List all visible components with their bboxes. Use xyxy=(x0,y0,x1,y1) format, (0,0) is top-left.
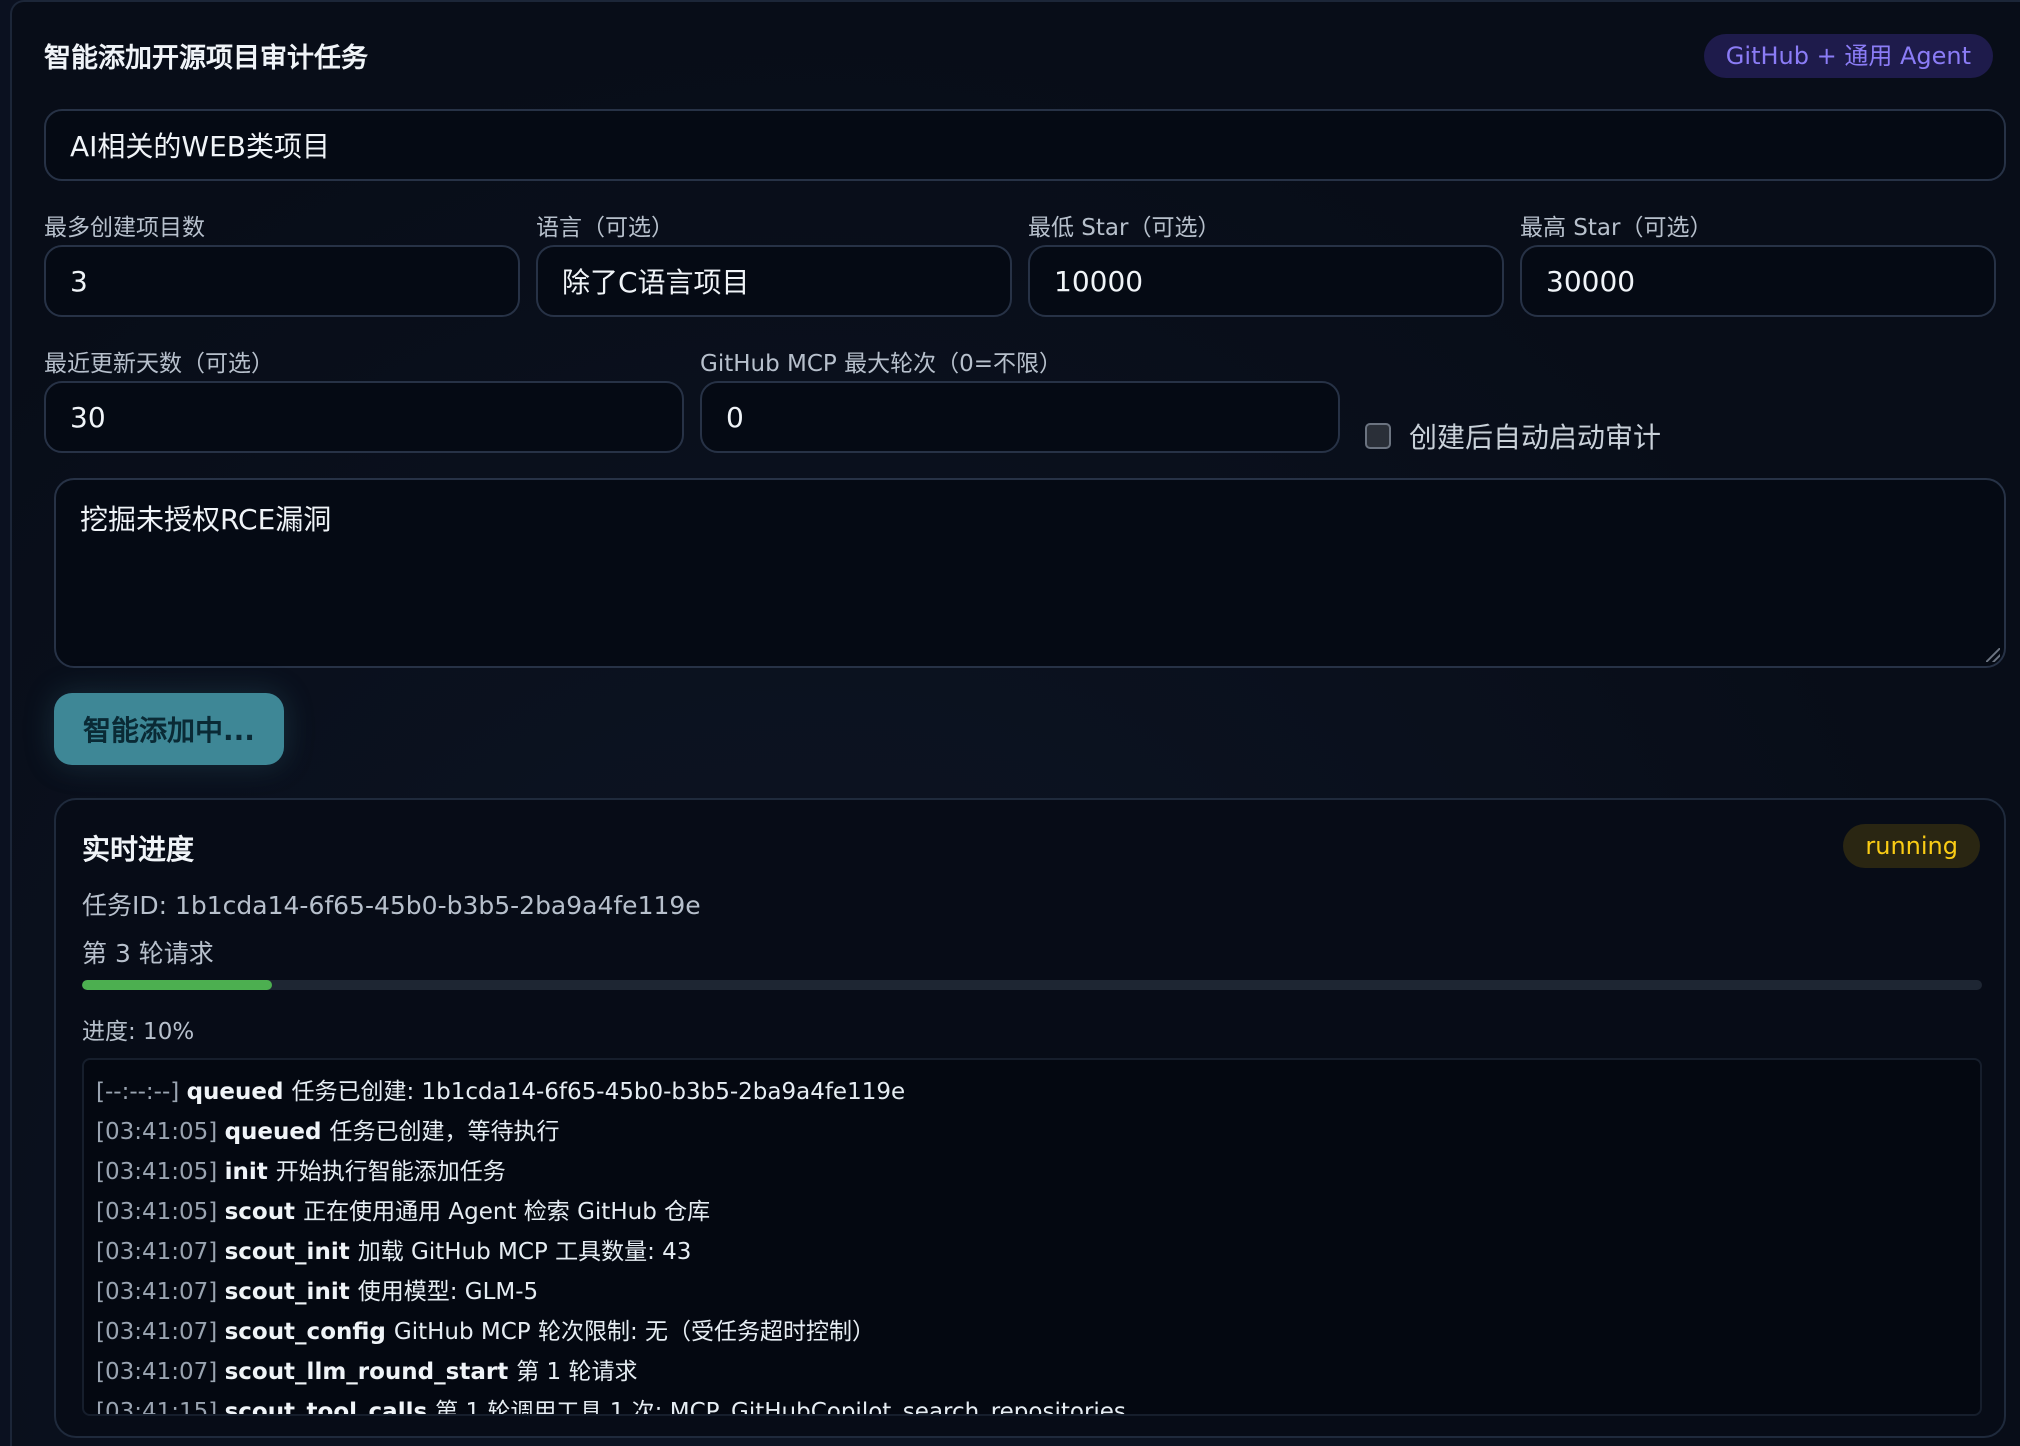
log-stage: scout_init xyxy=(224,1279,358,1305)
auto-start-label: 创建后自动启动审计 xyxy=(1409,421,1662,454)
progress-percent: 进度: 10% xyxy=(82,1019,195,1045)
log-line: [03:41:15] scout_tool_calls 第 1 轮调用工具 1 … xyxy=(96,1392,1980,1416)
language-label: 语言（可选） xyxy=(536,215,674,241)
log-time: [03:41:07] xyxy=(96,1319,225,1345)
log-line: [03:41:05] scout 正在使用通用 Agent 检索 GitHub … xyxy=(96,1192,1980,1232)
min-star-value: 10000 xyxy=(1054,264,1144,298)
log-message: 加载 GitHub MCP 工具数量: 43 xyxy=(357,1239,692,1265)
mcp-rounds-label: GitHub MCP 最大轮次（0=不限） xyxy=(700,351,1063,377)
recent-days-input[interactable]: 30 xyxy=(44,381,684,453)
log-stage: queued xyxy=(186,1079,292,1105)
log-time: [03:41:07] xyxy=(96,1239,225,1265)
language-input[interactable]: 除了C语言项目 xyxy=(536,245,1012,317)
log-line: [03:41:05] queued 任务已创建，等待执行 xyxy=(96,1112,1980,1152)
log-time: [03:41:05] xyxy=(96,1159,225,1185)
query-input-value: AI相关的WEB类项目 xyxy=(70,130,330,163)
task-id: 任务ID: 1b1cda14-6f65-45b0-b3b5-2ba9a4fe11… xyxy=(82,891,701,920)
log-stage: init xyxy=(224,1159,276,1185)
progress-bar-fill xyxy=(82,980,272,990)
min-star-label: 最低 Star（可选） xyxy=(1028,215,1221,241)
log-stage: scout_llm_round_start xyxy=(224,1359,517,1385)
min-star-input[interactable]: 10000 xyxy=(1028,245,1504,317)
log-stage: scout_config xyxy=(224,1319,394,1345)
log-console[interactable]: [--:--:--] queued 任务已创建: 1b1cda14-6f65-4… xyxy=(82,1058,1982,1416)
max-star-label: 最高 Star（可选） xyxy=(1520,215,1713,241)
progress-panel: 实时进度 running 任务ID: 1b1cda14-6f65-45b0-b3… xyxy=(54,798,2006,1438)
log-message: 任务已创建: 1b1cda14-6f65-45b0-b3b5-2ba9a4fe1… xyxy=(291,1079,906,1105)
log-time: [--:--:--] xyxy=(96,1079,187,1105)
log-message: 任务已创建，等待执行 xyxy=(329,1119,560,1145)
query-input[interactable]: AI相关的WEB类项目 xyxy=(44,109,2006,181)
mcp-rounds-value: 0 xyxy=(726,400,744,434)
log-message: 第 1 轮调用工具 1 次: MCP_GitHubCopilot_search_… xyxy=(435,1399,1126,1416)
log-line: [03:41:07] scout_llm_round_start 第 1 轮请求 xyxy=(96,1352,1980,1392)
log-line: [03:41:05] init 开始执行智能添加任务 xyxy=(96,1152,1980,1192)
smart-add-button[interactable]: 智能添加中... xyxy=(54,693,284,765)
log-time: [03:41:15] xyxy=(96,1399,225,1416)
log-message: 第 1 轮请求 xyxy=(516,1359,638,1385)
log-line: [03:41:07] scout_init 使用模型: GLM-5 xyxy=(96,1272,1980,1312)
auto-start-option[interactable]: 创建后自动启动审计 xyxy=(1365,416,1661,456)
log-time: [03:41:05] xyxy=(96,1119,225,1145)
recent-days-label: 最近更新天数（可选） xyxy=(44,351,274,377)
log-stage: scout xyxy=(224,1199,304,1225)
round-label: 第 3 轮请求 xyxy=(82,939,214,968)
log-stage: queued xyxy=(224,1119,330,1145)
max-projects-label: 最多创建项目数 xyxy=(44,215,205,241)
language-value: 除了C语言项目 xyxy=(562,266,750,299)
log-stage: scout_init xyxy=(224,1239,358,1265)
auto-start-checkbox[interactable] xyxy=(1365,423,1391,449)
recent-days-value: 30 xyxy=(70,400,106,434)
log-time: [03:41:07] xyxy=(96,1359,225,1385)
progress-bar xyxy=(82,980,1982,990)
log-message: 正在使用通用 Agent 检索 GitHub 仓库 xyxy=(303,1199,711,1225)
log-stage: scout_tool_calls xyxy=(224,1399,436,1416)
page-title: 智能添加开源项目审计任务 xyxy=(44,43,368,74)
resize-handle-icon[interactable] xyxy=(1986,648,2000,662)
max-projects-value: 3 xyxy=(70,264,88,298)
log-line: [03:41:07] scout_init 加载 GitHub MCP 工具数量… xyxy=(96,1232,1980,1272)
mcp-rounds-input[interactable]: 0 xyxy=(700,381,1340,453)
log-message: 使用模型: GLM-5 xyxy=(357,1279,539,1305)
log-time: [03:41:05] xyxy=(96,1199,225,1225)
goal-textarea[interactable]: 挖掘未授权RCE漏洞 xyxy=(54,478,2006,668)
agent-badge: GitHub + 通用 Agent xyxy=(1703,34,1993,78)
status-badge: running xyxy=(1843,824,1980,868)
max-star-input[interactable]: 30000 xyxy=(1520,245,1996,317)
goal-textarea-value: 挖掘未授权RCE漏洞 xyxy=(80,503,332,536)
progress-title: 实时进度 xyxy=(82,833,195,866)
log-time: [03:41:07] xyxy=(96,1279,225,1305)
log-message: 开始执行智能添加任务 xyxy=(275,1159,506,1185)
log-line: [--:--:--] queued 任务已创建: 1b1cda14-6f65-4… xyxy=(96,1072,1980,1112)
log-message: GitHub MCP 轮次限制: 无（受任务超时控制） xyxy=(393,1319,876,1345)
max-star-value: 30000 xyxy=(1546,264,1636,298)
log-line: [03:41:07] scout_config GitHub MCP 轮次限制:… xyxy=(96,1312,1980,1352)
max-projects-input[interactable]: 3 xyxy=(44,245,520,317)
smart-add-card: 智能添加开源项目审计任务 GitHub + 通用 Agent AI相关的WEB类… xyxy=(10,0,2020,1446)
